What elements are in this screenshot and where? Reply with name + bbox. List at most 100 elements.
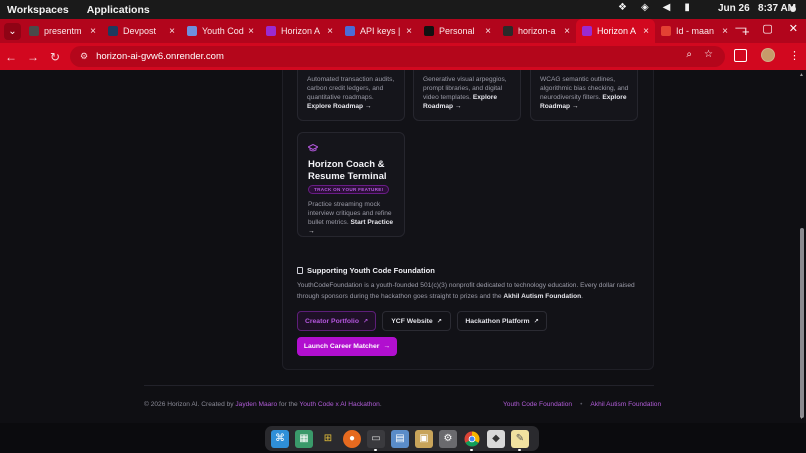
- dock-app-text-editor-icon[interactable]: ✎: [511, 429, 529, 451]
- roadmap-card-text: Generative visual arpeggios, prompt libr…: [423, 76, 507, 110]
- system-tray[interactable]: ❖ ◈ ◀ ▮: [618, 2, 690, 13]
- roadmap-card-creative[interactable]: Generative visual arpeggios, prompt libr…: [413, 70, 521, 121]
- address-bar[interactable]: ⚙ horizon-ai-gvw6.onrender.com ⌕ ☆: [70, 46, 725, 67]
- zoom-icon[interactable]: ⌕: [686, 49, 692, 60]
- hackathon-platform-button[interactable]: Hackathon Platform ↗: [457, 311, 547, 331]
- footer-divider: [144, 385, 654, 386]
- scrollbar-thumb[interactable]: [800, 228, 804, 418]
- system-top-bar: Workspaces Applications ❖ ◈ ◀ ▮ Jun 26 8…: [0, 0, 806, 19]
- web-page: Automated transaction audits, carbon cre…: [0, 70, 798, 423]
- feature-badge: TRACK ON YOUR FEATURE!: [308, 185, 390, 194]
- footer-links: Youth Code Foundation • Akhil Autism Fou…: [503, 401, 661, 408]
- roadmap-card-text: WCAG semantic outlines, algorithmic bias…: [540, 76, 629, 110]
- horizon-icon: [582, 26, 592, 36]
- ycf-website-button[interactable]: YCF Website ↗: [382, 311, 451, 331]
- browser-tab[interactable]: horizon-a ×: [497, 19, 576, 43]
- workspaces-menu[interactable]: Workspaces: [7, 4, 69, 16]
- dock-app-chrome-icon[interactable]: [463, 429, 481, 451]
- minimize-icon[interactable]: —: [735, 22, 746, 35]
- tab-close-icon[interactable]: ×: [564, 26, 570, 37]
- browser-tab[interactable]: Horizon A ×: [576, 19, 655, 43]
- tab-title: API keys |: [360, 26, 401, 36]
- book-icon: [297, 267, 303, 274]
- tab-close-icon[interactable]: ×: [643, 26, 649, 37]
- tab-list: presentm × Devpost × Youth Cod × Horizon A × API…: [23, 19, 734, 43]
- tab-close-icon[interactable]: ×: [485, 26, 491, 37]
- browser-tab[interactable]: Horizon A ×: [260, 19, 339, 43]
- browser-tab[interactable]: API keys | ×: [339, 19, 418, 43]
- ycf-section-title: Supporting Youth Code Foundation: [297, 266, 435, 275]
- graduation-cap-icon: [308, 144, 318, 152]
- tab-title: Personal: [439, 26, 475, 36]
- clock[interactable]: Jun 26 8:37 AM: [718, 3, 796, 14]
- external-link-icon: ↗: [533, 318, 539, 325]
- back-arrow-icon[interactable]: ←: [0, 50, 22, 64]
- tab-title: Horizon A: [281, 26, 321, 36]
- api-icon: [345, 26, 355, 36]
- browser-menu-icon[interactable]: ⋮: [789, 49, 800, 62]
- dock-app-files-icon[interactable]: ▤: [391, 429, 409, 448]
- browser-tab[interactable]: Id - maan ×: [655, 19, 734, 43]
- clock-date: Jun 26: [718, 3, 750, 14]
- dock-app-archive-icon[interactable]: ▣: [415, 429, 433, 448]
- footer-separator: •: [580, 401, 583, 408]
- dock-app-settings-icon[interactable]: ⚙: [439, 429, 457, 448]
- footer-link-akhil[interactable]: Akhil Autism Foundation: [590, 401, 661, 408]
- bookmark-star-icon[interactable]: ☆: [704, 49, 713, 60]
- tab-close-icon[interactable]: ×: [169, 26, 175, 37]
- volume-icon[interactable]: ◀: [663, 2, 671, 13]
- chrome-logo-icon: [464, 431, 480, 446]
- site-info-icon[interactable]: ⚙: [80, 51, 88, 62]
- event-link[interactable]: Youth Code x AI Hackathon: [299, 401, 379, 408]
- scroll-down-icon[interactable]: ▼: [799, 415, 804, 421]
- tab-search-chevron-icon[interactable]: ⌄: [4, 22, 21, 40]
- browser-tab[interactable]: Youth Cod ×: [181, 19, 260, 43]
- explore-roadmap-link[interactable]: Explore Roadmap →: [307, 103, 372, 110]
- scroll-up-icon[interactable]: ▲: [799, 72, 804, 78]
- dock-app-terminal-icon[interactable]: ▭: [367, 429, 385, 451]
- battery-icon[interactable]: ▮: [684, 2, 690, 13]
- tab-title: Id - maan: [676, 26, 715, 36]
- coach-resume-card[interactable]: Horizon Coach & Resume Terminal TRACK ON…: [297, 132, 405, 237]
- browser-tab-strip: ⌄ presentm × Devpost × Youth Cod × Horizon A × A…: [0, 19, 806, 43]
- dock-app-store-icon[interactable]: ◆: [487, 429, 505, 448]
- dock-app-vscode-icon[interactable]: ⌘: [271, 429, 289, 448]
- reload-icon[interactable]: ↻: [44, 50, 66, 64]
- tab-close-icon[interactable]: ×: [406, 26, 412, 37]
- browser-tab[interactable]: Personal ×: [418, 19, 497, 43]
- author-link[interactable]: Jayden Maaro: [235, 401, 277, 408]
- close-window-icon[interactable]: ✕: [789, 22, 798, 35]
- roadmap-card-finance[interactable]: Automated transaction audits, carbon cre…: [297, 70, 405, 121]
- dock-app-firefox-icon[interactable]: ●: [343, 429, 361, 448]
- dock-app-image-viewer-icon[interactable]: ▦: [295, 429, 313, 448]
- maximize-icon[interactable]: ▢: [762, 22, 772, 35]
- creator-portfolio-button[interactable]: Creator Portfolio ↗: [297, 311, 376, 331]
- render-icon: [503, 26, 513, 36]
- tab-close-icon[interactable]: ×: [722, 26, 728, 37]
- forward-arrow-icon[interactable]: →: [22, 50, 44, 64]
- page-scrollbar[interactable]: ▲ ▼: [798, 70, 806, 423]
- profile-avatar[interactable]: [761, 48, 775, 62]
- browser-tab[interactable]: presentm ×: [23, 19, 102, 43]
- roadmap-card-text: Automated transaction audits, carbon cre…: [307, 76, 395, 110]
- extensions-icon[interactable]: [734, 48, 747, 62]
- sparkle-icon: [187, 26, 197, 36]
- tab-close-icon[interactable]: ×: [90, 26, 96, 37]
- globe-icon: [29, 26, 39, 36]
- dock-app-grid-icon[interactable]: ⊞: [319, 429, 337, 448]
- ycf-description: YouthCodeFoundation is a youth-founded 5…: [297, 282, 635, 300]
- roadmap-card-accessibility[interactable]: WCAG semantic outlines, algorithmic bias…: [530, 70, 638, 121]
- applications-menu[interactable]: Applications: [87, 4, 150, 16]
- browser-tab[interactable]: Devpost ×: [102, 19, 181, 43]
- coach-card-title: Horizon Coach & Resume Terminal: [308, 159, 387, 182]
- launch-career-matcher-button[interactable]: Launch Career Matcher →: [297, 337, 397, 356]
- tab-title: horizon-a: [518, 26, 556, 36]
- notification-dot-icon[interactable]: [790, 6, 796, 12]
- footer-link-ycf[interactable]: Youth Code Foundation: [503, 401, 572, 408]
- tab-close-icon[interactable]: ×: [248, 26, 254, 37]
- wifi-icon[interactable]: ◈: [641, 2, 649, 13]
- tab-close-icon[interactable]: ×: [327, 26, 333, 37]
- dropbox-icon[interactable]: ❖: [618, 2, 627, 13]
- gmail-icon: [661, 26, 671, 36]
- github-icon: [424, 26, 434, 36]
